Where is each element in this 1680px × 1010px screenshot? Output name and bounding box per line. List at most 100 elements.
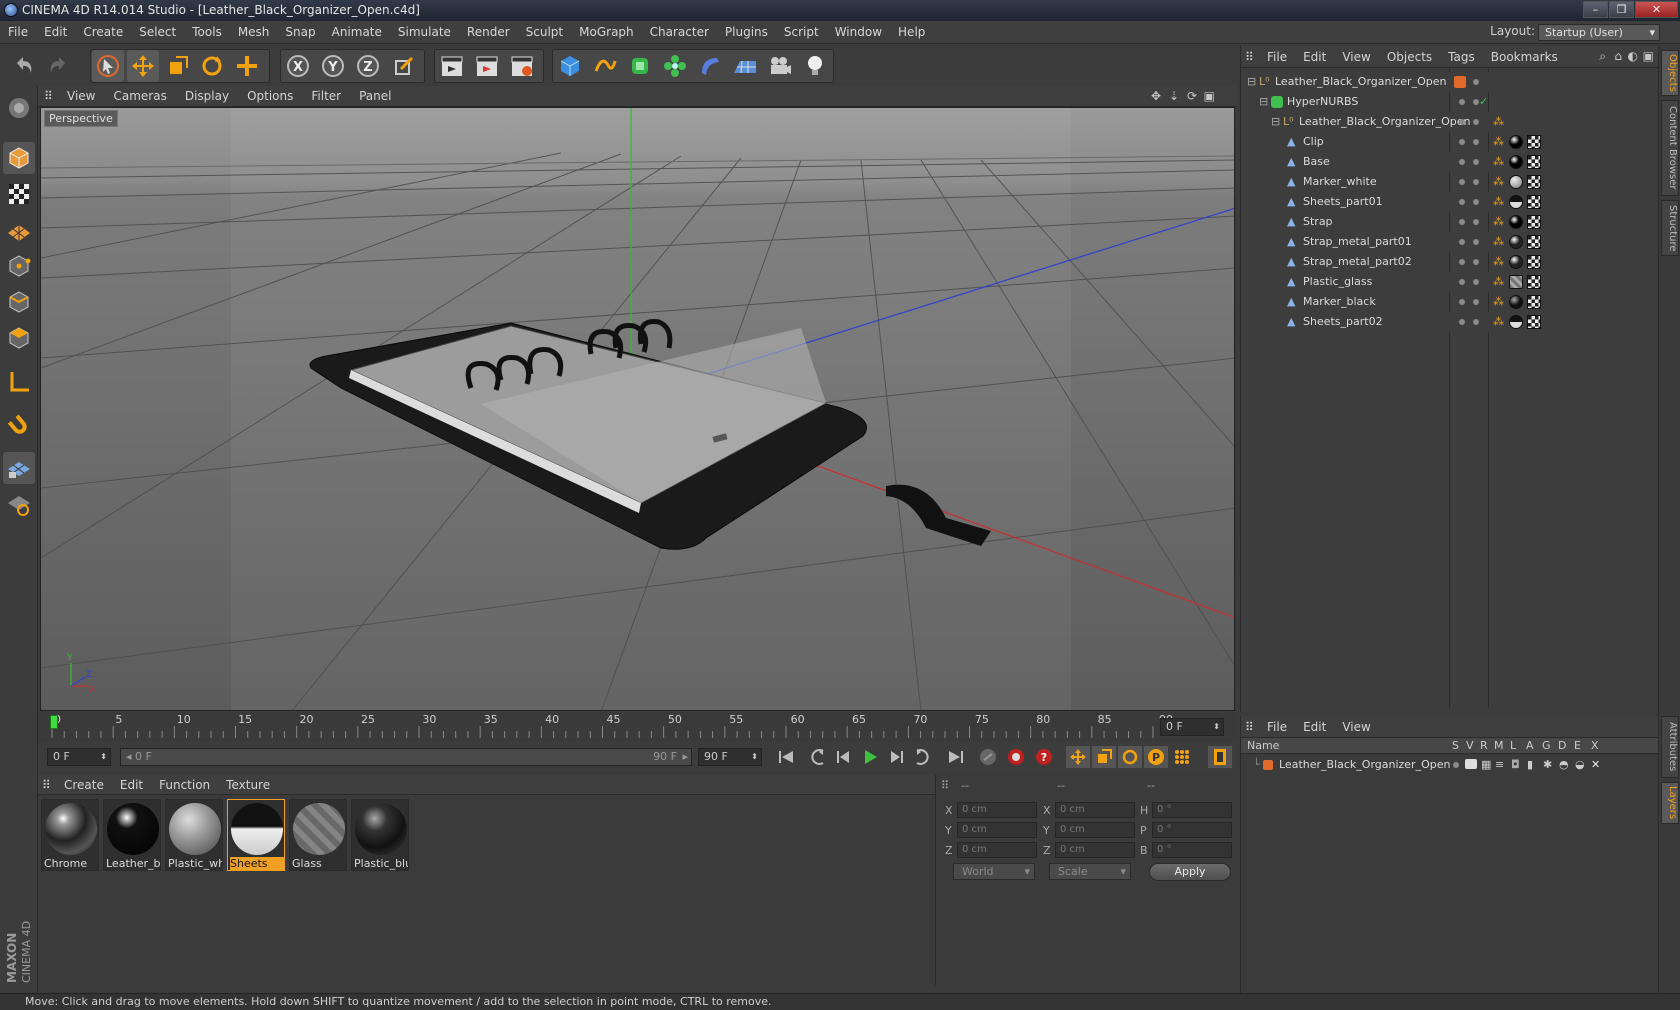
material-tag-icon[interactable] [1509,275,1523,289]
menu-mograph[interactable]: MoGraph [571,21,642,44]
menu-script[interactable]: Script [776,21,827,44]
key-scale-button[interactable] [1092,746,1116,768]
animation-icon[interactable]: ▮ [1527,756,1533,774]
phong-tag-icon[interactable]: ⁂ [1493,212,1504,232]
menu-file[interactable]: File [0,21,36,44]
render-icon[interactable]: ▦ [1481,756,1491,774]
menu-sculpt[interactable]: Sculpt [518,21,571,44]
render-view-button[interactable] [436,50,468,82]
material-tag-icon[interactable] [1509,175,1523,189]
object-row-marker-black[interactable]: ▲ Marker_black ⁂ [1241,292,1659,312]
viewport-menu-options[interactable]: Options [238,86,302,107]
object-menu-view[interactable]: View [1334,46,1378,68]
layer-col-render[interactable]: R [1480,738,1488,754]
material-tag-icon[interactable] [1509,195,1523,209]
object-menu-file[interactable]: File [1259,46,1295,68]
visibility-dot-icon[interactable] [1459,139,1465,145]
render-dot-icon[interactable] [1473,139,1479,145]
collapse-icon[interactable]: ⊟ [1271,112,1280,132]
visibility-dot-icon[interactable] [1459,279,1465,285]
material-chrome[interactable]: Chrome [41,799,99,871]
xref-icon[interactable]: ✕ [1591,756,1600,774]
phong-tag-icon[interactable]: ⁂ [1493,132,1504,152]
layer-col-locked[interactable]: L [1510,738,1516,754]
render-dot-icon[interactable] [1473,119,1479,125]
add-nurbs-button[interactable] [624,50,656,82]
texture-mode-button[interactable] [3,178,35,210]
menu-snap[interactable]: Snap [277,21,323,44]
next-frame-button[interactable] [884,746,908,768]
material-tag-icon[interactable] [1509,255,1523,269]
layer-col-animation[interactable]: A [1526,738,1534,754]
add-camera-button[interactable] [764,50,796,82]
render-dot-icon[interactable] [1473,299,1479,305]
phong-tag-icon[interactable]: ⁂ [1493,312,1504,332]
size-x-field[interactable]: 0 cm [1055,802,1135,818]
camera-label[interactable]: Perspective [44,110,118,127]
material-menu-edit[interactable]: Edit [112,775,151,795]
object-row-hypernurbs[interactable]: ⊟ HyperNURBS ✓ [1241,92,1659,112]
coordinate-system-button[interactable] [388,50,420,82]
workplane-mode-button[interactable] [3,214,35,246]
menu-tools[interactable]: Tools [184,21,230,44]
model-mode-button[interactable] [3,142,35,174]
object-menu-objects[interactable]: Objects [1379,46,1440,68]
object-row-root[interactable]: ⊟ L⁰ Leather_Black_Organizer_Open [1241,72,1659,92]
phong-tag-icon[interactable]: ⁂ [1493,192,1504,212]
menu-plugins[interactable]: Plugins [717,21,776,44]
expand-panel-icon[interactable]: ▣ [1643,49,1654,63]
y-axis-lock-button[interactable]: Y [317,50,349,82]
object-row-strap-metal-part02[interactable]: ▲ Strap_metal_part02 ⁂ [1241,252,1659,272]
uvw-tag-icon[interactable] [1527,315,1541,329]
layer-col-view[interactable]: V [1466,738,1474,754]
rotation-p-field[interactable]: 0 ° [1152,822,1232,838]
redo-button[interactable] [42,50,74,82]
move-tool-button[interactable] [127,50,159,82]
collapse-icon[interactable]: ⊟ [1247,72,1256,92]
autokey-button[interactable] [1004,746,1028,768]
filter-icon[interactable]: ◐ [1628,49,1638,63]
visibility-dot-icon[interactable] [1459,219,1465,225]
timeline-window-button[interactable] [1208,746,1232,768]
search-icon[interactable]: ⌕ [1599,49,1606,64]
material-tag-icon[interactable] [1509,155,1523,169]
object-row-plastic-glass[interactable]: ▲ Plastic_glass ⁂ [1241,272,1659,292]
render-dot-icon[interactable] [1473,159,1479,165]
visibility-dot-icon[interactable] [1459,119,1465,125]
uvw-tag-icon[interactable] [1527,155,1541,169]
solo-dot-icon[interactable] [1453,762,1459,768]
layer-menu-edit[interactable]: Edit [1295,716,1334,738]
prev-key-button[interactable] [806,746,830,768]
minimize-button[interactable]: – [1583,1,1608,18]
render-dot-icon[interactable] [1473,179,1479,185]
x-axis-lock-button[interactable]: X [282,50,314,82]
apply-button[interactable]: Apply [1149,863,1231,881]
rotation-b-field[interactable]: 0 ° [1152,842,1232,858]
record-keys-button[interactable] [976,746,1000,768]
phong-tag-icon[interactable]: ⁂ [1493,232,1504,252]
visibility-dot-icon[interactable] [1473,79,1479,85]
material-glass[interactable]: Glass [289,799,347,871]
menu-render[interactable]: Render [459,21,518,44]
viewport-menu-cameras[interactable]: Cameras [104,86,175,107]
menu-select[interactable]: Select [131,21,184,44]
phong-tag-icon[interactable]: ⁂ [1493,152,1504,172]
lock-icon[interactable]: ◘ [1511,756,1520,774]
viewport-menu-filter[interactable]: Filter [302,86,350,107]
home-icon[interactable]: ⌂ [1614,49,1622,63]
prev-frame-button[interactable] [832,746,856,768]
visibility-dot-icon[interactable] [1459,319,1465,325]
viewport-rotate-icon[interactable]: ⟳ [1187,89,1197,103]
visibility-dot-icon[interactable] [1459,99,1465,105]
coordinate-mode-dropdown[interactable]: World ▾ [953,863,1035,880]
uvw-tag-icon[interactable] [1527,275,1541,289]
material-tag-icon[interactable] [1509,235,1523,249]
frame-range-slider[interactable]: ◂ 0 F 90 F ▸ [120,748,692,766]
phong-tag-icon[interactable]: ⁂ [1493,112,1504,132]
planar-workplane-button[interactable] [3,488,35,520]
uvw-tag-icon[interactable] [1527,295,1541,309]
viewport-zoom-icon[interactable]: ⇣ [1169,89,1179,103]
render-dot-icon[interactable] [1473,219,1479,225]
visibility-dot-icon[interactable] [1459,299,1465,305]
next-key-button[interactable] [910,746,934,768]
